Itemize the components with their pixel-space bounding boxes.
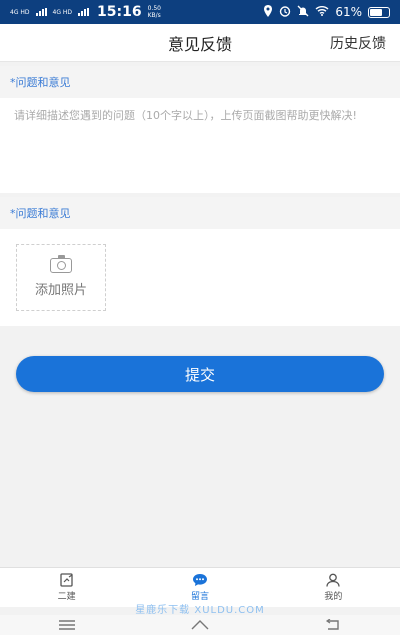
watermark: 星鹿乐下载 XULDU.COM: [135, 605, 265, 616]
camera-icon: [50, 254, 72, 273]
chat-icon: [192, 574, 207, 586]
submit-button[interactable]: 提交: [16, 356, 384, 392]
alarm-icon: [279, 5, 291, 20]
status-time: 15:16: [97, 4, 142, 20]
page-title: 意见反馈: [167, 34, 232, 54]
signal-2-label: 4G HD: [52, 8, 73, 16]
feedback-textarea[interactable]: 请详细描述您遇到的问题（10个字以上），上传页面截图帮助更快解决!: [0, 98, 400, 193]
section-label-photo: *问题和意见: [0, 197, 400, 229]
signal-1-label: 4G HD: [10, 8, 30, 16]
system-nav-bar: [0, 615, 400, 635]
tab-mine-label: 我的: [324, 592, 343, 602]
wifi-icon: [315, 5, 329, 19]
menu-icon[interactable]: [56, 619, 78, 631]
tab-erjian[interactable]: 二建: [0, 568, 133, 607]
user-icon: [326, 573, 340, 587]
status-right: 61%: [263, 4, 390, 20]
network-speed-unit: KB/s: [147, 12, 161, 19]
network-speed: 0.50 KB/s: [148, 5, 161, 19]
signal-1-bars-icon: [35, 8, 47, 16]
book-icon: [60, 573, 73, 587]
signal-2-bars-icon: [78, 8, 90, 16]
tab-erjian-label: 二建: [57, 592, 76, 602]
nav-header: 意见反馈 历史反馈: [0, 24, 400, 62]
location-icon: [263, 4, 273, 20]
section-label-issue: *问题和意见: [0, 66, 400, 98]
tab-message-label: 留言: [190, 592, 209, 602]
tab-message[interactable]: 留言: [133, 568, 266, 607]
upload-panel: 添加照片: [0, 229, 400, 326]
status-bar: 4G HD 4G HD 15:16 0.50 KB/s 61%: [0, 0, 400, 24]
battery-icon: [368, 6, 390, 18]
add-photo-label: 添加照片: [34, 282, 87, 298]
status-left: 4G HD 4G HD 15:16 0.50 KB/s: [10, 4, 161, 20]
tab-mine[interactable]: 我的: [267, 568, 400, 607]
battery-percent: 61%: [335, 5, 362, 19]
history-feedback-link[interactable]: 历史反馈: [330, 33, 386, 53]
back-icon[interactable]: [322, 619, 344, 631]
home-icon[interactable]: [189, 619, 211, 631]
network-speed-value: 0.50: [147, 5, 161, 12]
bottom-tab-bar: 二建 留言 我的: [0, 567, 400, 607]
mute-bell-icon: [297, 5, 309, 20]
add-photo-button[interactable]: 添加照片: [16, 244, 106, 311]
